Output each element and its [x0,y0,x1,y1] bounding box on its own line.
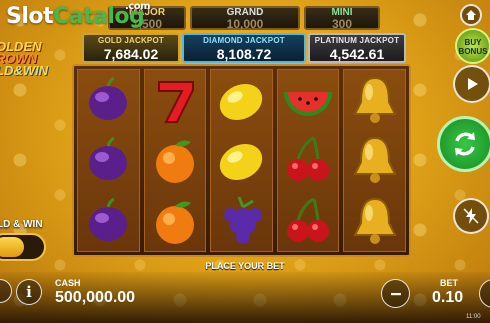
cash-label: CASH [55,278,81,288]
watermelon-icon [284,92,333,117]
bell-icon [353,77,397,124]
reel-grid [72,64,411,257]
lemon-icon [220,144,263,181]
gold-jackpot: GOLD JACKPOT 7,684.02 [82,33,180,63]
minus-icon [390,292,401,295]
spin-button[interactable] [437,116,490,172]
orange-icon [155,141,194,184]
game-logo: OLDEN ROWN LD&WIN [0,40,66,78]
bell-icon [353,197,397,244]
reel-1 [77,69,140,252]
reel-4 [276,69,340,252]
cherries-icon [287,197,330,242]
home-icon [466,10,476,20]
platinum-jackpot-label: PLATINUM JACKPOT [314,36,400,45]
bell-icon [353,137,397,184]
grapes-icon [224,196,263,244]
reel-3 [210,69,273,252]
bet-decrease-button[interactable] [381,279,410,308]
plum-icon [89,197,128,241]
reel-2 [143,69,207,252]
clock: 11:00 [466,314,481,320]
grand-jackpot: GRAND 10,000 [190,6,300,30]
plum-icon [89,137,128,181]
watermark-com: .com [125,1,151,12]
info-button[interactable]: i [16,279,42,305]
hold-and-win-toggle[interactable] [0,233,46,261]
mini-jackpot: MINI 300 [304,6,380,30]
bet-label: BET [440,278,458,288]
logo-line-3: LD&WIN [0,63,48,78]
diamond-jackpot-label: DIAMOND JACKPOT [203,36,285,45]
buy-bonus-line-2: BONUS [458,47,488,56]
reel-5 [343,69,406,252]
diamond-jackpot-value: 8,108.72 [216,46,272,62]
grand-jackpot-value: 10,000 [226,17,264,31]
autoplay-button[interactable] [453,65,490,103]
play-icon [468,78,478,90]
watermark-slot: Slot [6,4,54,29]
turbo-button[interactable] [453,198,489,234]
platinum-jackpot-value: 4,542.61 [329,46,385,62]
toggle-knob [0,237,24,257]
buy-bonus-line-1: BUY [464,38,482,47]
bet-value: 0.10 [432,289,464,306]
lightning-icon [463,208,479,224]
spin-arrows-icon [455,132,475,156]
info-icon: i [26,283,32,301]
platinum-jackpot: PLATINUM JACKPOT 4,542.61 [308,33,406,63]
home-button[interactable] [460,4,482,26]
cherries-icon [287,137,330,182]
hold-and-win-label: LD & WIN [0,219,43,230]
mini-jackpot-value: 300 [331,17,353,31]
buy-bonus-button[interactable]: BUY BONUS [455,28,490,64]
lemon-icon [220,84,263,121]
watermark-logo: SlotCatalog .com [6,1,151,29]
status-message: PLACE YOUR BET [205,261,285,271]
seven-icon [157,81,194,124]
gold-jackpot-label: GOLD JACKPOT [98,36,164,45]
gold-jackpot-value: 7,684.02 [103,46,159,62]
diamond-jackpot: DIAMOND JACKPOT 8,108.72 [182,33,306,63]
cash-value: 500,000.00 [55,289,136,306]
orange-icon [155,201,194,244]
plum-icon [89,76,128,121]
